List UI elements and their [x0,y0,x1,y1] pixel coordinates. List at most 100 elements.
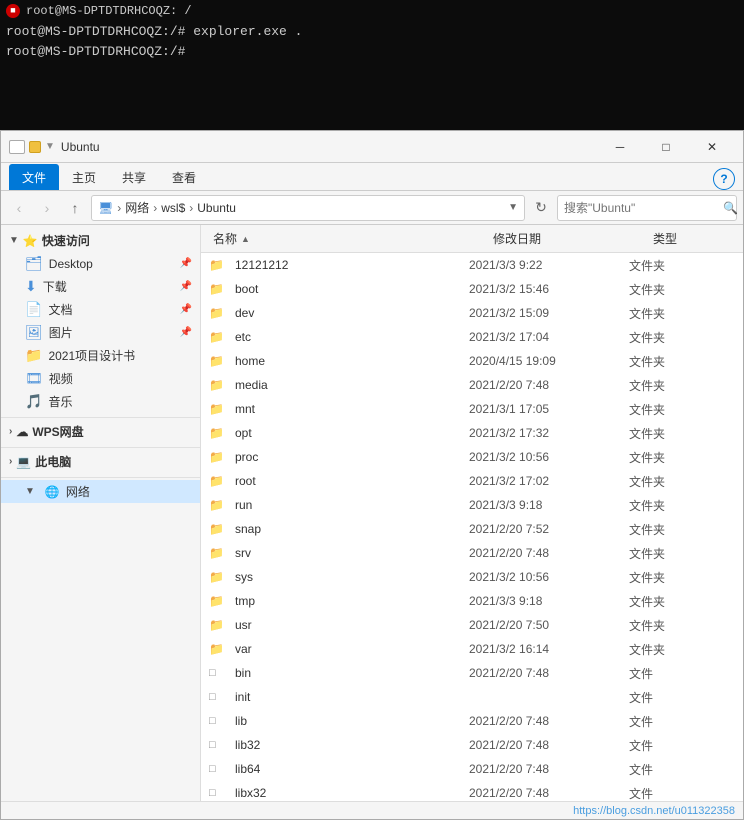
help-button[interactable]: ? [713,168,735,190]
file-list-header: 名称 ▲ 修改日期 类型 [201,225,743,253]
table-row[interactable]: 📁usr2021/2/20 7:50文件夹 [201,613,743,637]
tab-file[interactable]: 文件 [9,164,59,190]
network-label: 网络 [66,483,90,500]
sidebar-item-video[interactable]: 🎞 视频 [1,367,200,390]
table-row[interactable]: □init文件 [201,685,743,709]
file-name: 📁12121212 [209,258,469,272]
tab-home[interactable]: 主页 [59,164,109,190]
table-row[interactable]: 📁sys2021/3/2 10:56文件夹 [201,565,743,589]
back-button[interactable]: ‹ [7,196,31,220]
minimize-button[interactable]: ─ [597,131,643,163]
sidebar-header-this-pc[interactable]: › 💻 此电脑 [1,450,200,473]
sidebar-item-music[interactable]: 🎵 音乐 [1,390,200,413]
quick-access-label: 快速访问 [42,232,90,249]
desktop-folder-icon: 🗂 [25,255,43,272]
music-label: 音乐 [48,393,72,410]
table-row[interactable]: □bin2021/2/20 7:48文件 [201,661,743,685]
path-dropdown-arrow[interactable]: ▼ [508,202,518,213]
sidebar-header-quick-access[interactable]: ▼ ⭐ 快速访问 [1,229,200,252]
table-row[interactable]: 📁tmp2021/3/3 9:18文件夹 [201,589,743,613]
explorer-window: ▼ Ubuntu ─ □ ✕ 文件 主页 共享 查看 ? ‹ › ↑ 🖥 › 网… [0,130,744,820]
refresh-button[interactable]: ↻ [529,196,553,220]
file-icon: □ [209,763,227,775]
file-date: 2021/2/20 7:48 [469,546,629,560]
sidebar-item-pictures[interactable]: 🖼 图片 📌 [1,321,200,344]
table-row[interactable]: 📁media2021/2/20 7:48文件夹 [201,373,743,397]
path-wsl[interactable]: wsl$ [161,201,185,215]
forward-button[interactable]: › [35,196,59,220]
table-row[interactable]: 📁srv2021/2/20 7:48文件夹 [201,541,743,565]
file-type: 文件夹 [629,593,709,610]
search-box[interactable]: 🔍 [557,195,737,221]
sidebar-item-docs[interactable]: 📄 文档 📌 [1,298,200,321]
table-row[interactable]: 📁mnt2021/3/1 17:05文件夹 [201,397,743,421]
sidebar-item-download[interactable]: ⬇ 下载 📌 [1,275,200,298]
pictures-label: 图片 [49,324,73,341]
folder-icon: 📁 [209,330,227,344]
table-row[interactable]: 📁home2020/4/15 19:09文件夹 [201,349,743,373]
pictures-folder-icon: 🖼 [25,324,43,341]
file-rows-container: 📁121212122021/3/3 9:22文件夹📁boot2021/3/2 1… [201,253,743,801]
sidebar-section-quick-access: ▼ ⭐ 快速访问 🗂 Desktop 📌 ⬇ 下载 📌 📄 文档 [1,229,200,413]
folder-icon: 📁 [209,354,227,368]
col-header-type[interactable]: 类型 [649,225,729,252]
name-sort-arrow: ▲ [241,234,250,244]
search-input[interactable] [564,201,719,215]
table-row[interactable]: 📁run2021/3/3 9:18文件夹 [201,493,743,517]
address-path[interactable]: 🖥 › 网络 › wsl$ › Ubuntu ▼ [91,195,525,221]
table-row[interactable]: 📁snap2021/2/20 7:52文件夹 [201,517,743,541]
maximize-button[interactable]: □ [643,131,689,163]
table-row[interactable]: 📁var2021/3/2 16:14文件夹 [201,637,743,661]
file-date: 2021/2/20 7:48 [469,378,629,392]
table-row[interactable]: 📁etc2021/3/2 17:04文件夹 [201,325,743,349]
table-row[interactable]: 📁boot2021/3/2 15:46文件夹 [201,277,743,301]
folder-icon: 📁 [209,282,227,296]
quick-access-arrow: ▼ [9,235,19,246]
file-icon: □ [209,667,227,679]
tab-view[interactable]: 查看 [159,164,209,190]
folder-icon: 📁 [209,570,227,584]
sidebar-section-this-pc: › 💻 此电脑 [1,450,200,473]
tab-share[interactable]: 共享 [109,164,159,190]
file-name: □lib64 [209,762,469,776]
file-name: 📁tmp [209,594,469,608]
file-date: 2021/3/2 10:56 [469,450,629,464]
terminal-window: ■ root@MS-DPTDTDRHCOQZ: / root@MS-DPTDTD… [0,0,744,130]
table-row[interactable]: 📁dev2021/3/2 15:09文件夹 [201,301,743,325]
file-date: 2021/3/2 16:14 [469,642,629,656]
sidebar-header-wps[interactable]: › ☁ WPS网盘 [1,420,200,443]
table-row[interactable]: □lib642021/2/20 7:48文件 [201,757,743,781]
table-row[interactable]: 📁proc2021/3/2 10:56文件夹 [201,445,743,469]
table-row[interactable]: 📁121212122021/3/3 9:22文件夹 [201,253,743,277]
file-type: 文件夹 [629,521,709,538]
sidebar-item-project[interactable]: 📁 2021项目设计书 [1,344,200,367]
close-button[interactable]: ✕ [689,131,735,163]
table-row[interactable]: 📁opt2021/3/2 17:32文件夹 [201,421,743,445]
table-row[interactable]: 📁root2021/3/2 17:02文件夹 [201,469,743,493]
file-name: 📁proc [209,450,469,464]
file-type: 文件 [629,713,709,730]
file-name: □lib [209,714,469,728]
table-row[interactable]: □libx322021/2/20 7:48文件 [201,781,743,801]
project-label: 2021项目设计书 [48,347,135,364]
col-header-name[interactable]: 名称 ▲ [209,225,489,252]
network-arrow: ▼ [25,486,35,497]
table-row[interactable]: □lib322021/2/20 7:48文件 [201,733,743,757]
terminal-title: root@MS-DPTDTDRHCOQZ: / [26,4,192,18]
sidebar-item-network[interactable]: ▼ 🌐 网络 [1,480,200,503]
path-network[interactable]: 网络 [125,199,149,216]
sidebar-item-desktop[interactable]: 🗂 Desktop 📌 [1,252,200,275]
terminal-line-2: root@MS-DPTDTDRHCOQZ:/# [6,42,738,62]
file-type: 文件 [629,689,709,706]
this-pc-icon: 💻 [16,455,31,469]
file-type: 文件夹 [629,473,709,490]
folder-small-icon [29,141,41,153]
table-row[interactable]: □lib2021/2/20 7:48文件 [201,709,743,733]
file-name: 📁home [209,354,469,368]
file-name: 📁sys [209,570,469,584]
file-name: □bin [209,666,469,680]
file-date: 2021/3/3 9:22 [469,258,629,272]
path-ubuntu[interactable]: Ubuntu [197,201,236,215]
col-header-date[interactable]: 修改日期 [489,225,649,252]
up-button[interactable]: ↑ [63,196,87,220]
